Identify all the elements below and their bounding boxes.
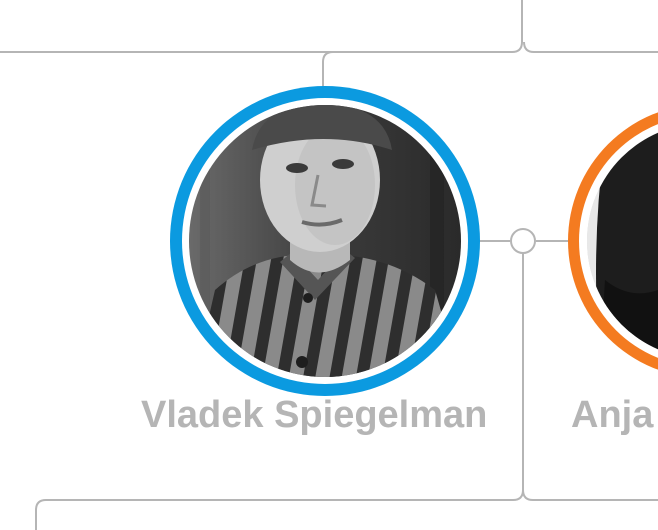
- person-name-anja: Anja: [571, 394, 654, 436]
- connector-children-right: [522, 489, 658, 501]
- anja-portrait[interactable]: [568, 104, 658, 378]
- person-name-vladek: Vladek Spiegelman: [141, 394, 488, 436]
- connector-top: [0, 0, 523, 53]
- family-tree-canvas: Vladek Spiegelman Anja: [0, 0, 658, 530]
- marriage-node: [510, 228, 536, 254]
- connector-top-right: [523, 41, 658, 53]
- family-tree-svg: [0, 0, 658, 530]
- connector-parent-drop: [322, 51, 512, 90]
- vladek-portrait[interactable]: [170, 86, 480, 396]
